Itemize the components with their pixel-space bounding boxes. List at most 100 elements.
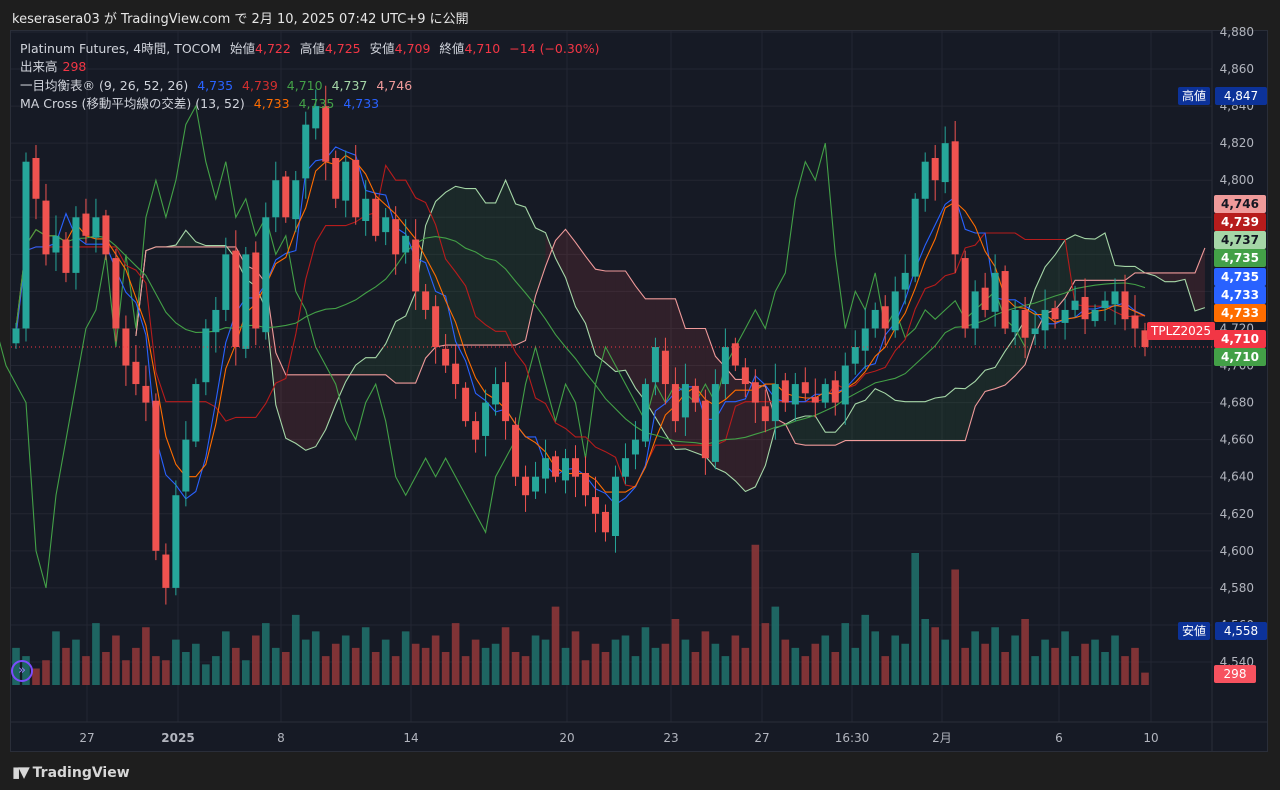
span-a-value: 4,737 — [331, 78, 368, 93]
candle-body — [581, 473, 589, 496]
volume-bar — [152, 656, 160, 685]
volume-bar — [72, 639, 80, 685]
candle-body — [272, 180, 280, 218]
volume-bar — [222, 631, 230, 685]
ichimoku-cloud — [1105, 233, 1116, 281]
candle-body — [382, 217, 390, 233]
low-marker-value: 4,558 — [1215, 622, 1267, 640]
volume-bar — [751, 544, 760, 685]
span-b-value: 4,746 — [376, 78, 413, 93]
volume-bar — [631, 656, 640, 685]
candle-body — [232, 250, 240, 347]
volume-bar — [541, 639, 550, 685]
ichimoku-legend[interactable]: 一目均衡表® (9, 26, 52, 26) 4,735 4,739 4,710… — [20, 75, 417, 94]
candle-body — [1101, 300, 1109, 309]
volume-bar — [551, 606, 560, 685]
candle-body — [432, 306, 440, 347]
price-axis-label: 4,735 — [1214, 268, 1266, 286]
time-tick-label: 10 — [1143, 731, 1158, 745]
volume-bar — [681, 639, 690, 685]
tv-logo-icon: ▮▼ — [12, 763, 30, 781]
price-tick-label: 4,820 — [1220, 136, 1254, 150]
volume-bar — [851, 647, 860, 685]
candle-body — [1031, 328, 1039, 335]
time-tick-label: 20 — [559, 731, 574, 745]
volume-bar — [921, 619, 929, 685]
ichimoku-cloud — [555, 229, 566, 278]
low-value: 4,709 — [394, 41, 431, 56]
candle-body — [412, 239, 420, 292]
candle-body — [761, 406, 769, 422]
candle-body — [342, 161, 350, 201]
volume-bar — [801, 656, 810, 685]
ichimoku-label: 一目均衡表® (9, 26, 52, 26) — [20, 78, 189, 93]
ichimoku-cloud — [305, 374, 316, 451]
ma-cross-legend[interactable]: MA Cross (移動平均線の交差) (13, 52) 4,733 4,735… — [20, 93, 384, 112]
volume-bar — [911, 553, 920, 685]
candle-body — [332, 158, 340, 199]
tradingview-logo[interactable]: ▮▼ TradingView — [12, 763, 130, 781]
ichimoku-cloud — [935, 396, 946, 441]
candle-body — [1021, 309, 1029, 338]
ichimoku-cloud — [1194, 247, 1205, 311]
ichimoku-cloud — [595, 269, 606, 363]
ichimoku-cloud — [1164, 272, 1175, 282]
time-tick-label: 27 — [79, 731, 94, 745]
chart-canvas[interactable]: 4,8804,8604,8404,8204,8004,7804,7604,740… — [0, 0, 1280, 790]
volume-bar — [62, 647, 70, 685]
candle-body — [362, 198, 370, 221]
candle-body — [801, 382, 809, 394]
high-label: 高値 — [299, 41, 325, 56]
ichimoku-cloud — [805, 416, 816, 446]
time-tick-label: 23 — [663, 731, 678, 745]
candle-body — [522, 476, 530, 496]
ichimoku-cloud — [485, 202, 496, 346]
volume-value: 298 — [62, 59, 87, 74]
ma-label: MA Cross (移動平均線の交差) (13, 52) — [20, 96, 245, 111]
candle-body — [472, 421, 480, 440]
candle-body — [691, 385, 699, 403]
price-axis-label: 4,737 — [1214, 231, 1266, 249]
volume-bar — [781, 639, 790, 685]
volume-bar — [661, 643, 670, 685]
volume-bar — [991, 627, 999, 685]
volume-bar — [451, 623, 460, 685]
volume-bar — [301, 639, 310, 685]
volume-bar — [1091, 639, 1099, 685]
symbol-legend[interactable]: Platinum Futures, 4時間, TOCOM 始値4,722 高値4… — [20, 38, 605, 57]
candle-body — [202, 328, 210, 383]
volume-bar — [901, 643, 910, 685]
volume-bar — [791, 647, 800, 685]
price-axis-label: 4,733 — [1214, 286, 1266, 304]
candle-body — [322, 106, 330, 162]
candle-body — [192, 384, 200, 442]
candle-body — [971, 291, 979, 329]
candle-body — [462, 387, 470, 422]
volume-legend[interactable]: 出来高 298 — [20, 56, 91, 75]
candle-body — [1121, 291, 1129, 320]
volume-bar — [431, 635, 440, 685]
candle-body — [72, 217, 80, 273]
ichimoku-cloud — [915, 401, 926, 441]
ichimoku-cloud — [995, 351, 1006, 389]
candle-body — [392, 219, 400, 255]
candle-body — [651, 347, 659, 383]
volume-bar — [411, 643, 420, 685]
volume-bar — [132, 647, 140, 685]
volume-bar — [561, 647, 570, 685]
volume-bar — [1021, 619, 1029, 685]
ma-cross-value: 4,733 — [343, 96, 380, 111]
volume-bar — [172, 639, 180, 685]
navigation-arrow-icon[interactable]: » — [11, 660, 33, 682]
low-label: 安値 — [369, 41, 395, 56]
volume-bar — [261, 623, 270, 685]
ichimoku-cloud — [475, 188, 486, 346]
ichimoku-cloud — [515, 203, 526, 346]
volume-bar — [1101, 652, 1109, 685]
ichimoku-cloud — [945, 388, 956, 441]
candle-body — [821, 384, 829, 403]
candle-body — [1051, 308, 1059, 320]
price-tick-label: 4,600 — [1220, 544, 1254, 558]
volume-bar — [721, 656, 730, 685]
volume-bar — [1041, 639, 1049, 685]
